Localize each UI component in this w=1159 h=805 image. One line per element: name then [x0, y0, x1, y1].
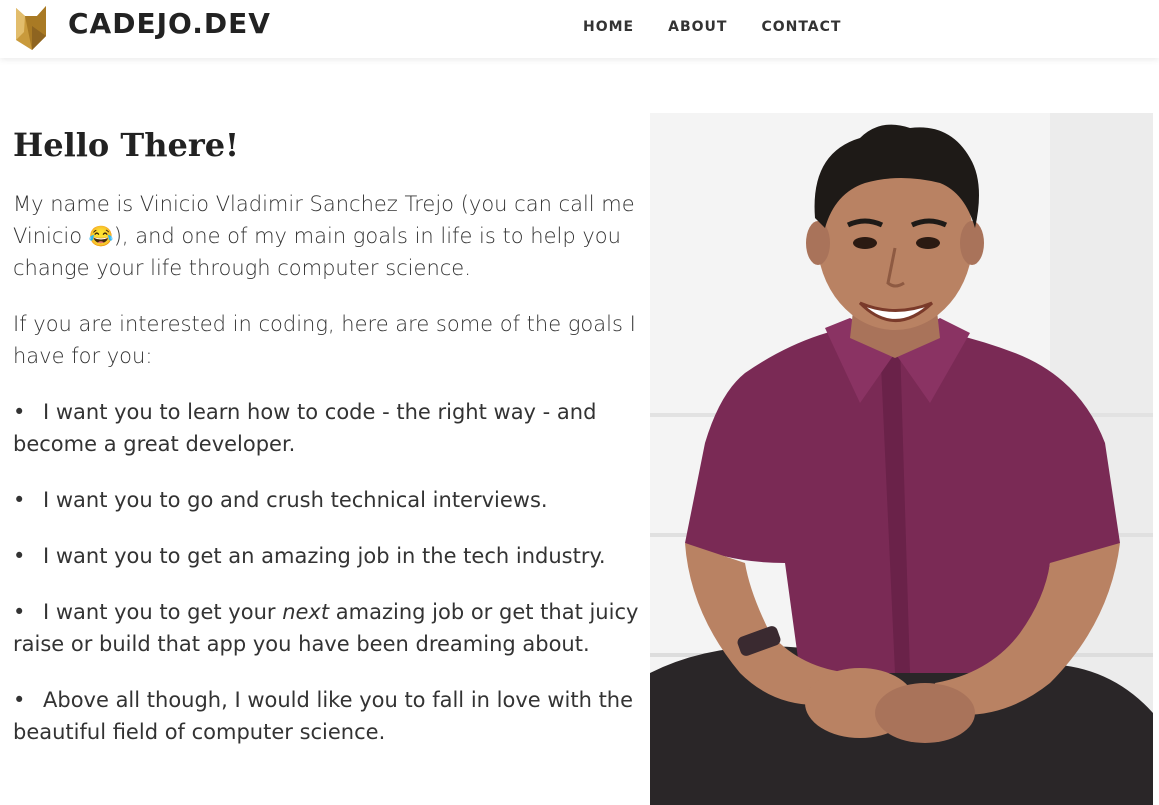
intro-content: Hello There! My name is Vinicio Vladimir… [13, 110, 643, 772]
main-nav: HOME ABOUT CONTACT [583, 19, 841, 35]
nav-home[interactable]: HOME [583, 19, 634, 35]
bullet-icon: • [13, 488, 26, 512]
bullet-icon: • [13, 600, 26, 624]
goal-text: I want you to go and crush technical int… [43, 488, 548, 512]
list-item: • I want you to go and crush technical in… [13, 484, 643, 516]
goals-intro: If you are interested in coding, here ar… [13, 312, 636, 368]
wolf-logo-icon[interactable] [12, 2, 50, 52]
bullet-icon: • [13, 544, 26, 568]
list-item: • Above all though, I would like you to f… [13, 684, 643, 748]
list-item: • I want you to get your next amazing job… [13, 596, 643, 660]
bullet-icon: • [13, 688, 26, 712]
portrait-illustration [650, 113, 1153, 805]
nav-about[interactable]: ABOUT [668, 19, 727, 35]
goal-text-before: I want you to get your [43, 600, 283, 624]
site-header: CADEJO.DEV HOME ABOUT CONTACT [0, 0, 1159, 58]
goal-emphasis: next [282, 600, 330, 624]
page-title: Hello There! [13, 126, 240, 164]
brand-name[interactable]: CADEJO.DEV [68, 7, 271, 40]
list-item: • I want you to learn how to code - the r… [13, 396, 643, 460]
goal-text: Above all though, I would like you to fa… [13, 688, 634, 744]
intro-paragraph: My name is Vinicio Vladimir Sanchez Trej… [13, 188, 643, 284]
profile-photo [650, 113, 1153, 805]
goals-list: • I want you to learn how to code - the r… [13, 396, 643, 748]
nav-contact[interactable]: CONTACT [761, 19, 841, 35]
list-item: • I want you to get an amazing job in the… [13, 540, 643, 572]
bullet-icon: • [13, 400, 26, 424]
goal-text: I want you to get an amazing job in the … [43, 544, 606, 568]
goal-text: I want you to learn how to code - the ri… [13, 400, 597, 456]
laughing-emoji-icon: 😂 [88, 224, 114, 248]
